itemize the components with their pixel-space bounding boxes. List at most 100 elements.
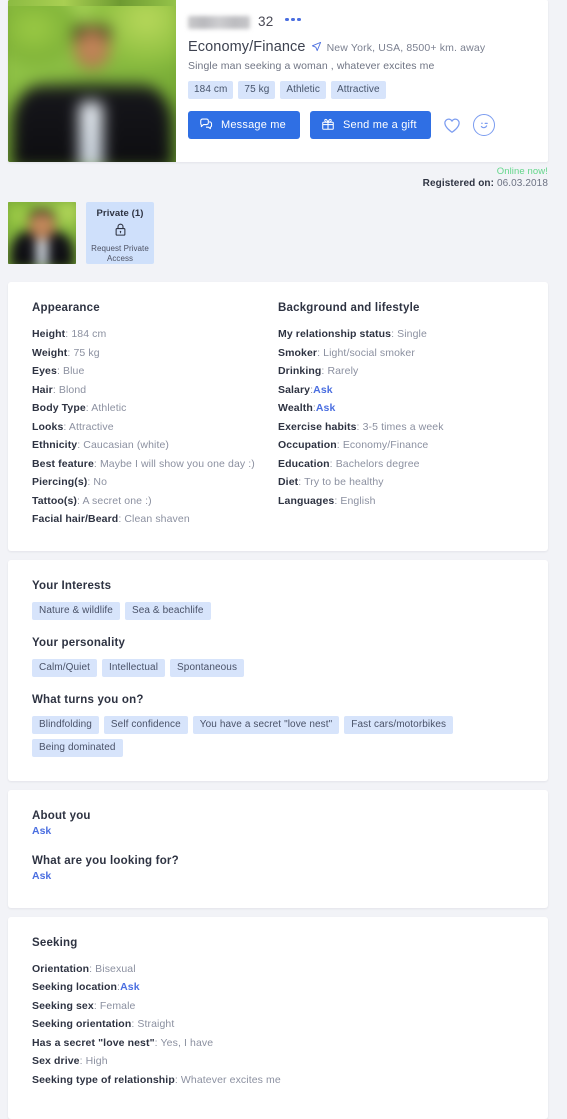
detail-value: Single <box>397 328 427 340</box>
registered-date: 06.03.2018 <box>497 178 548 189</box>
location-pin-icon <box>311 39 322 57</box>
detail-row: Drinking: Rarely <box>278 362 524 381</box>
detail-value: Attractive <box>69 421 114 433</box>
seeking-title: Seeking <box>32 937 524 949</box>
appearance-column: Appearance Height: 184 cm Weight: 75 kg … <box>32 302 278 529</box>
gift-box-icon <box>321 117 335 134</box>
detail-label: Seeking orientation <box>32 1018 131 1030</box>
detail-label: Looks <box>32 421 63 433</box>
wink-smiley-icon[interactable] <box>473 114 495 136</box>
message-me-button[interactable]: Message me <box>188 111 300 139</box>
detail-value: 75 kg <box>73 347 99 359</box>
detail-label: Body Type <box>32 402 86 414</box>
detail-label: Occupation <box>278 439 337 451</box>
detail-label: Facial hair/Beard <box>32 513 118 525</box>
photo-thumbnail[interactable] <box>8 202 76 264</box>
send-gift-button[interactable]: Send me a gift <box>310 111 431 139</box>
detail-label: Orientation <box>32 963 89 975</box>
detail-value: Female <box>100 1000 136 1012</box>
detail-label: Tattoo(s) <box>32 495 77 507</box>
tag-item[interactable]: Self confidence <box>104 716 188 734</box>
detail-row: Eyes: Blue <box>32 362 278 381</box>
appearance-title: Appearance <box>32 302 278 314</box>
online-status: Online now! <box>0 166 548 177</box>
tag-item[interactable]: Calm/Quiet <box>32 659 97 677</box>
ask-link-wealth[interactable]: Ask <box>316 402 336 414</box>
free-text-card: About you Ask What are you looking for? … <box>8 790 548 908</box>
chip-looks: Attractive <box>331 81 386 99</box>
tag-item[interactable]: Spontaneous <box>170 659 244 677</box>
detail-row: Tattoo(s): A secret one :) <box>32 492 278 511</box>
detail-label: Exercise habits <box>278 421 357 433</box>
tag-item[interactable]: Fast cars/motorbikes <box>344 716 453 734</box>
detail-row: Smoker: Light/social smoker <box>278 344 524 363</box>
photo-person-head <box>25 26 159 162</box>
detail-row: Height: 184 cm <box>32 325 278 344</box>
ask-link-salary[interactable]: Ask <box>313 384 333 396</box>
tag-item[interactable]: Sea & beachlife <box>125 602 211 620</box>
detail-value: Caucasian (white) <box>83 439 169 451</box>
ask-link-seeking-location[interactable]: Ask <box>120 981 140 993</box>
detail-value: No <box>93 476 107 488</box>
thumb-person-shirt <box>36 239 47 264</box>
detail-label: Height <box>32 328 65 340</box>
chip-height: 184 cm <box>188 81 233 99</box>
detail-value: Athletic <box>91 402 126 414</box>
detail-row: Best feature: Maybe I will show you one … <box>32 455 278 474</box>
tag-item[interactable]: You have a secret "love nest" <box>193 716 340 734</box>
ask-link-looking-for[interactable]: Ask <box>32 870 51 882</box>
tag-item[interactable]: Nature & wildlife <box>32 602 120 620</box>
profile-tagline: Single man seeking a woman , whatever ex… <box>188 60 532 72</box>
profile-attribute-chips: 184 cm 75 kg Athletic Attractive <box>188 81 532 99</box>
heart-icon[interactable] <box>441 114 463 136</box>
background-column: Background and lifestyle My relationship… <box>278 302 524 529</box>
chip-weight: 75 kg <box>238 81 275 99</box>
detail-label: Diet <box>278 476 298 488</box>
detail-label: Drinking <box>278 365 321 377</box>
detail-row: Seeking sex: Female <box>32 997 524 1016</box>
detail-value: Bisexual <box>95 963 136 975</box>
detail-value: Yes, I have <box>161 1037 214 1049</box>
chat-bubble-icon <box>199 117 213 134</box>
photo-thumbnails-strip: Private (1) Request Private Access <box>8 202 567 282</box>
profile-status-line: Online now! Registered on: 06.03.2018 <box>0 166 548 189</box>
detail-row: Weight: 75 kg <box>32 344 278 363</box>
detail-label: Smoker <box>278 347 317 359</box>
tag-item[interactable]: Being dominated <box>32 739 123 757</box>
tag-item[interactable]: Blindfolding <box>32 716 99 734</box>
seeking-rows: Orientation: Bisexual Seeking location:A… <box>32 960 524 1090</box>
profile-action-buttons: Message me Send me a gift <box>188 111 532 139</box>
more-options-icon[interactable] <box>285 18 301 22</box>
detail-row: Diet: Try to be healthy <box>278 473 524 492</box>
send-gift-label: Send me a gift <box>343 119 417 131</box>
profile-header-info: 32 Economy/Finance New York, USA, 8500+ … <box>176 0 548 162</box>
private-photos-tile[interactable]: Private (1) Request Private Access <box>86 202 154 264</box>
turnons-block: What turns you on? Blindfolding Self con… <box>32 694 524 757</box>
background-rows: My relationship status: Single Smoker: L… <box>278 325 524 510</box>
detail-row: Facial hair/Beard: Clean shaven <box>32 510 278 529</box>
personality-block: Your personality Calm/Quiet Intellectual… <box>32 637 524 677</box>
personality-title: Your personality <box>32 637 524 649</box>
detail-label: Education <box>278 458 330 470</box>
detail-value: 3-5 times a week <box>363 421 444 433</box>
profile-location: New York, USA, 8500+ km. away <box>327 42 486 54</box>
thumb-person-face <box>29 213 56 240</box>
detail-value: Blue <box>63 365 84 377</box>
detail-label: Seeking type of relationship <box>32 1074 175 1086</box>
tag-item[interactable]: Intellectual <box>102 659 165 677</box>
turnons-tags: Blindfolding Self confidence You have a … <box>32 716 524 757</box>
ask-link-about[interactable]: Ask <box>32 825 51 837</box>
detail-row: Sex drive: High <box>32 1052 524 1071</box>
interests-tags: Nature & wildlife Sea & beachlife <box>32 602 524 620</box>
detail-row: Seeking type of relationship: Whatever e… <box>32 1071 524 1090</box>
profile-occupation: Economy/Finance <box>188 39 306 55</box>
private-photos-title: Private (1) <box>96 208 143 219</box>
detail-value: Economy/Finance <box>343 439 429 451</box>
detail-label: Sex drive <box>32 1055 80 1067</box>
photo-blur-wrapper <box>8 0 176 162</box>
detail-label: Piercing(s) <box>32 476 87 488</box>
profile-main-photo[interactable] <box>8 0 176 162</box>
detail-row: Has a secret "love nest": Yes, I have <box>32 1034 524 1053</box>
detail-label: Weight <box>32 347 67 359</box>
detail-row: Seeking orientation: Straight <box>32 1015 524 1034</box>
